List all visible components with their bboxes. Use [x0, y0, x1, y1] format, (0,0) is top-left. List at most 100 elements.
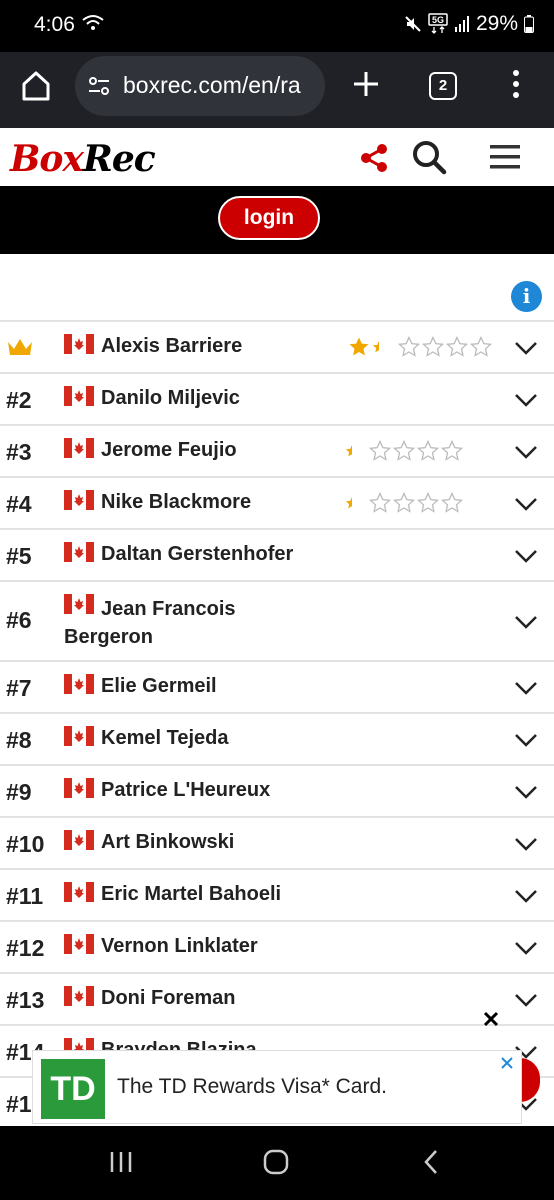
canada-flag-icon — [64, 438, 94, 458]
boxer-name[interactable]: Nike Blackmore — [101, 491, 251, 514]
chevron-down-icon[interactable] — [514, 496, 538, 512]
chevron-down-icon[interactable] — [514, 392, 538, 408]
mute-icon — [405, 16, 421, 32]
canada-flag-icon — [64, 542, 94, 562]
svg-text:5G: 5G — [432, 15, 444, 25]
ranking-row[interactable]: #5 Daltan Gerstenhofer — [0, 528, 554, 580]
crown-icon — [8, 339, 32, 355]
login-button[interactable]: login — [218, 196, 320, 240]
empty-star-icon — [417, 492, 439, 513]
ad-text[interactable]: The TD Rewards Visa* Card. — [117, 1075, 387, 1099]
boxer-name[interactable]: Eric Martel Bahoeli — [101, 883, 281, 906]
boxer-name[interactable]: Vernon Linklater — [101, 935, 258, 958]
canada-flag-icon — [64, 726, 94, 746]
canada-flag-icon — [64, 778, 94, 798]
boxer-name[interactable]: Elie Germeil — [101, 675, 217, 698]
chevron-down-icon[interactable] — [514, 614, 538, 630]
rank-number: #3 — [6, 439, 32, 465]
empty-star-icon — [441, 492, 463, 513]
chevron-down-icon[interactable] — [514, 680, 538, 696]
ranking-row[interactable]: #4 Nike Blackmore — [0, 476, 554, 528]
boxer-name[interactable]: Doni Foreman — [101, 987, 235, 1010]
canada-flag-icon — [64, 882, 94, 902]
wifi-icon — [82, 15, 104, 30]
info-icon[interactable]: i — [511, 281, 542, 312]
new-tab-icon[interactable] — [350, 68, 382, 100]
canada-flag-icon — [64, 334, 94, 354]
site-header: BoxRec — [0, 128, 554, 186]
browser-menu-icon[interactable] — [506, 68, 526, 100]
ranking-row[interactable]: #3 Jerome Feujio — [0, 424, 554, 476]
star-rating — [345, 440, 463, 462]
ad-banner[interactable]: TD The TD Rewards Visa* Card. — [32, 1050, 522, 1124]
chevron-down-icon[interactable] — [514, 888, 538, 904]
ranking-row[interactable]: #13 Doni Foreman — [0, 972, 554, 1024]
battery-icon — [524, 15, 534, 33]
ad-dismiss-icon[interactable] — [495, 1053, 519, 1075]
canada-flag-icon — [64, 830, 94, 850]
battery-percent: 29% — [475, 12, 518, 35]
status-bar: 4:06 5G 29% — [0, 0, 554, 52]
filled-star-icon — [372, 340, 379, 353]
ranking-row[interactable]: #9 Patrice L'Heureux — [0, 764, 554, 816]
ranking-row[interactable]: Alexis Barriere — [0, 320, 554, 372]
ranking-row[interactable]: #6 Jean Francois Bergeron — [0, 580, 554, 660]
chevron-down-icon[interactable] — [514, 784, 538, 800]
site-settings-icon[interactable] — [87, 74, 111, 98]
boxer-name[interactable]: Daltan Gerstenhofer — [101, 543, 293, 566]
chevron-down-icon[interactable] — [514, 836, 538, 852]
canada-flag-icon — [64, 934, 94, 954]
star-rating — [345, 492, 463, 514]
boxer-name[interactable]: Jean Francois Bergeron — [64, 595, 294, 651]
rank-number: #5 — [6, 543, 32, 569]
ad-close-icon[interactable] — [482, 1010, 500, 1028]
boxer-name[interactable]: Kemel Tejeda — [101, 727, 228, 750]
boxer-name[interactable]: Jerome Feujio — [101, 439, 237, 462]
ranking-row[interactable]: #12 Vernon Linklater — [0, 920, 554, 972]
rank-number: #9 — [6, 779, 32, 805]
chevron-down-icon[interactable] — [514, 548, 538, 564]
rank-number: #12 — [6, 935, 45, 961]
empty-star-icon — [441, 440, 463, 461]
boxer-name[interactable]: Art Binkowski — [101, 831, 234, 854]
search-icon[interactable] — [410, 138, 448, 176]
share-icon[interactable] — [358, 142, 390, 174]
tab-switcher-button[interactable]: 2 — [429, 72, 457, 100]
boxrec-logo[interactable]: BoxRec — [10, 138, 156, 180]
empty-star-icon — [393, 440, 415, 461]
chevron-down-icon[interactable] — [514, 444, 538, 460]
ranking-row[interactable]: #11 Eric Martel Bahoeli — [0, 868, 554, 920]
rank-number: #11 — [6, 883, 44, 909]
browser-toolbar: boxrec.com/en/ra 2 — [0, 52, 554, 128]
signal-icon — [454, 16, 469, 32]
rank-number: #4 — [6, 491, 32, 517]
rank-number: #10 — [6, 831, 45, 857]
boxer-name[interactable]: Danilo Miljevic — [101, 387, 240, 410]
hamburger-menu-icon[interactable] — [488, 142, 522, 172]
chevron-down-icon[interactable] — [514, 732, 538, 748]
ranking-row[interactable]: #10 Art Binkowski — [0, 816, 554, 868]
empty-star-icon — [393, 492, 415, 513]
home-nav-icon[interactable] — [262, 1148, 290, 1176]
ranking-row[interactable]: #8 Kemel Tejeda — [0, 712, 554, 764]
canada-flag-icon — [64, 674, 94, 694]
ranking-row[interactable]: #7 Elie Germeil — [0, 660, 554, 712]
rankings-list: Alexis Barriere #2 Danilo Miljevic #3 Jerome… — [0, 320, 554, 1128]
canada-flag-icon — [64, 986, 94, 1006]
rank-number: #8 — [6, 727, 32, 753]
chevron-down-icon[interactable] — [514, 340, 538, 356]
chevron-down-icon[interactable] — [514, 940, 538, 956]
url-text[interactable]: boxrec.com/en/ra — [123, 72, 319, 99]
recents-icon[interactable] — [108, 1150, 134, 1174]
address-bar[interactable]: boxrec.com/en/ra — [75, 56, 325, 116]
5g-icon: 5G — [428, 13, 448, 34]
login-bar: login — [0, 186, 554, 254]
chevron-down-icon[interactable] — [514, 992, 538, 1008]
filled-star-icon — [345, 444, 352, 457]
boxer-name[interactable]: Patrice L'Heureux — [101, 779, 270, 802]
boxer-name[interactable]: Alexis Barriere — [101, 335, 242, 358]
back-icon[interactable] — [422, 1148, 440, 1176]
ranking-row[interactable]: #2 Danilo Miljevic — [0, 372, 554, 424]
empty-star-icon — [470, 336, 492, 357]
home-icon[interactable] — [16, 66, 56, 106]
